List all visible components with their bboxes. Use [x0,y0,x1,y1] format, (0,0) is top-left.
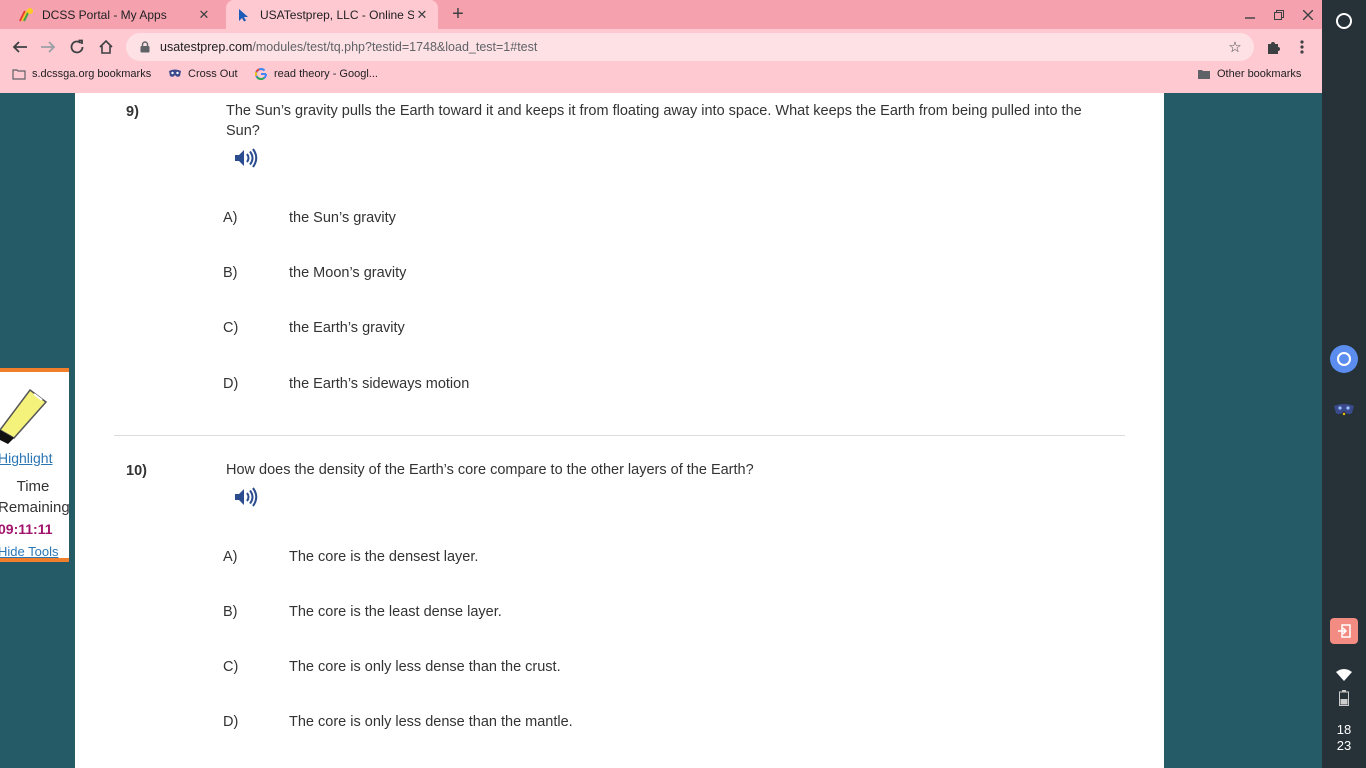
close-tab-icon[interactable]: ✕ [196,7,212,23]
browser-chrome: DCSS Portal - My Apps ✕ USATestprep, LLC… [0,0,1322,93]
option-text[interactable]: the Moon’s gravity [289,265,406,281]
option-letter[interactable]: D) [223,714,238,730]
option-letter[interactable]: C) [223,320,238,336]
restore-icon[interactable] [1269,5,1289,25]
hide-tools-link[interactable]: Hide Tools [0,544,58,559]
kebab-menu-icon[interactable] [1292,37,1312,57]
address-bar[interactable]: usatestprep.com/modules/test/tq.php?test… [126,33,1254,61]
system-clock[interactable]: 18 23 [1322,722,1366,754]
option-text[interactable]: the Sun’s gravity [289,210,396,226]
chrome-app-icon[interactable] [1330,345,1358,373]
battery-icon[interactable] [1339,690,1349,706]
rainbow-star-icon [18,7,34,23]
question-divider [114,435,1125,436]
tab-title: DCSS Portal - My Apps [42,7,167,22]
back-arrow-icon[interactable] [10,37,30,57]
tools-panel: Highlight Time Remaining 09:11:11 Hide T… [0,368,70,562]
lock-icon[interactable] [138,41,152,53]
speaker-icon[interactable] [234,487,258,507]
test-sheet: 9) The Sun’s gravity pulls the Earth tow… [75,93,1164,768]
url-text: usatestprep.com/modules/test/tq.php?test… [160,40,537,54]
bookmark-label: Cross Out [188,68,238,80]
other-bookmarks[interactable]: Other bookmarks [1197,67,1301,81]
option-text[interactable]: The core is only less dense than the man… [289,714,573,730]
folder-icon [1197,67,1211,81]
bookmark-label: read theory - Googl... [274,68,378,80]
option-letter[interactable]: B) [223,604,238,620]
home-icon[interactable] [96,37,116,57]
browser-toolbar: usatestprep.com/modules/test/tq.php?test… [0,29,1322,64]
bookmarks-bar: s.dcssga.org bookmarks Cross Out read th… [0,64,1322,86]
exit-icon[interactable] [1330,618,1358,644]
mask-icon [168,67,182,81]
google-icon [254,67,268,81]
question-number: 10) [126,463,147,479]
option-text[interactable]: The core is the densest layer. [289,549,478,565]
bookmark-read-theory[interactable]: read theory - Googl... [254,67,378,81]
bookmark-dcssga[interactable]: s.dcssga.org bookmarks [12,67,151,81]
question-text: How does the density of the Earth’s core… [226,462,754,478]
question-number: 9) [126,104,139,120]
forward-arrow-icon[interactable] [38,37,58,57]
option-letter[interactable]: D) [223,376,238,392]
url-host: usatestprep.com [160,40,253,54]
bookmark-cross-out[interactable]: Cross Out [168,67,238,81]
tab-title: USATestprep, LLC - Online State-S [260,7,414,22]
question-text: The Sun’s gravity pulls the Earth toward… [226,103,1082,139]
time-label: Remaining [0,499,70,516]
option-text[interactable]: The core is the least dense layer. [289,604,502,620]
option-letter[interactable]: C) [223,659,238,675]
cursor-icon [236,7,252,23]
clock-hour: 18 [1336,722,1352,737]
wifi-icon[interactable] [1336,668,1352,682]
tab-dcss-portal[interactable]: DCSS Portal - My Apps ✕ [8,0,220,29]
tab-strip: DCSS Portal - My Apps ✕ USATestprep, LLC… [0,0,1322,29]
bookmark-label: s.dcssga.org bookmarks [32,68,152,80]
mask-app-icon[interactable] [1332,398,1356,422]
minimize-icon[interactable] [1240,5,1260,25]
option-text[interactable]: The core is only less dense than the cru… [289,659,561,675]
speaker-icon[interactable] [234,148,258,168]
highlighter-icon[interactable] [0,386,54,451]
option-letter[interactable]: A) [223,210,238,226]
page-content: 9) The Sun’s gravity pulls the Earth tow… [0,93,1322,768]
option-letter[interactable]: A) [223,549,238,565]
launcher-icon[interactable] [1336,13,1352,29]
extensions-puzzle-icon[interactable] [1263,37,1283,57]
bookmark-star-icon[interactable]: ☆ [1226,38,1244,56]
close-tab-icon[interactable]: ✕ [414,7,430,23]
folder-icon [12,67,26,81]
tab-usatestprep[interactable]: USATestprep, LLC - Online State-S ✕ [226,0,438,29]
time-label: Time [16,478,50,495]
highlight-link[interactable]: Highlight [0,450,52,466]
os-shelf: 18 23 [1322,0,1366,768]
url-path: /modules/test/tq.php?testid=1748&load_te… [252,40,538,54]
time-remaining-value: 09:11:11 [0,521,53,537]
option-text[interactable]: the Earth’s gravity [289,320,405,336]
other-bookmarks-label: Other bookmarks [1217,68,1302,80]
option-letter[interactable]: B) [223,265,238,281]
reload-icon[interactable] [67,37,87,57]
new-tab-button[interactable]: + [448,3,468,25]
close-window-icon[interactable] [1298,5,1318,25]
clock-minute: 23 [1336,738,1352,753]
option-text[interactable]: the Earth’s sideways motion [289,376,469,392]
